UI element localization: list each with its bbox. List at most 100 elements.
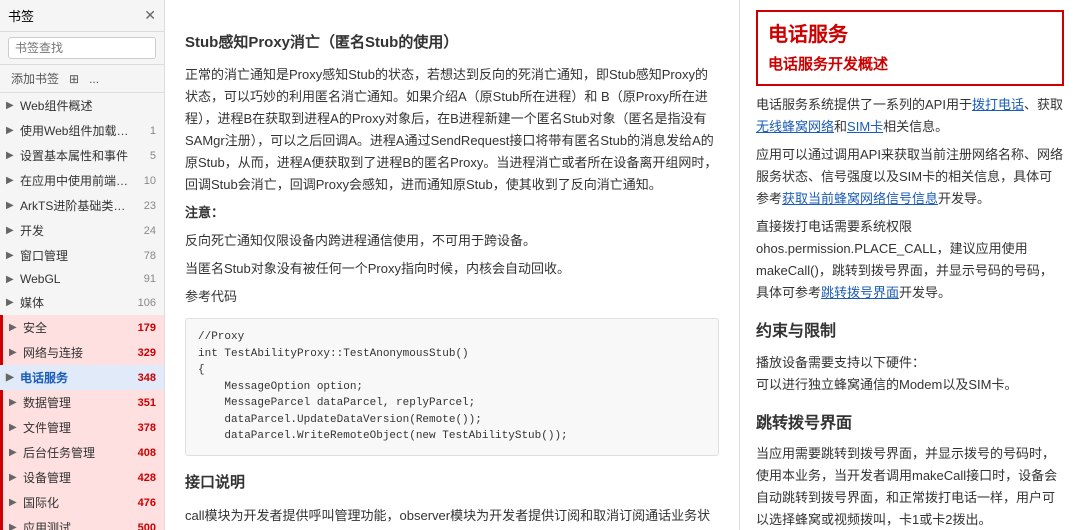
arrow-icon-3: ▶ <box>6 175 16 186</box>
sidebar-item-count-6: 78 <box>136 250 156 262</box>
sidebar-header: 书签 ✕ <box>0 0 164 32</box>
sidebar-item-label-1: 使用Web组件加载页面 <box>20 122 132 139</box>
sidebar-item-6[interactable]: ▶ 窗口管理 78 <box>0 243 164 268</box>
arrow-icon-0: ▶ <box>6 100 16 111</box>
sidebar-item-16[interactable]: ▶国际化476 <box>0 490 164 515</box>
main-content: Stub感知Proxy消亡（匿名Stub的使用） 正常的消亡通知是Proxy感知… <box>165 0 1080 530</box>
note-label: 注意： <box>185 202 719 224</box>
note2: 当匿名Stub对象没有被任何一个Proxy指向时候，内核会自动回收。 <box>185 258 719 280</box>
sidebar-search-input[interactable] <box>8 37 156 59</box>
right-panel: 电话服务 电话服务开发概述 电话服务系统提供了一系列的API用于拨打电话、获取无… <box>740 0 1080 530</box>
sidebar-item-17[interactable]: ▶ 应用测试 500 <box>0 515 164 530</box>
sidebar-item-label-6: 窗口管理 <box>20 247 132 264</box>
sidebar-item-count-15: 428 <box>136 472 156 484</box>
note1: 反向死亡通知仅限设备内跨进程通信使用，不可用于跨设备。 <box>185 230 719 252</box>
sidebar-item-label-12: 数据管理 <box>23 394 132 411</box>
stub-para1: 正常的消亡通知是Proxy感知Stub的状态，若想达到反向的死消亡通知，即Stu… <box>185 64 719 197</box>
sidebar-item-count-12: 351 <box>136 397 156 409</box>
constraint-heading: 约束与限制 <box>756 318 1064 345</box>
sidebar-item-label-2: 设置基本属性和事件 <box>20 147 132 164</box>
sidebar-item-4[interactable]: ▶ ArkTS进阶基础类概述 23 <box>0 193 164 218</box>
middle-panel: Stub感知Proxy消亡（匿名Stub的使用） 正常的消亡通知是Proxy感知… <box>165 0 740 530</box>
sidebar-item-9[interactable]: ▶安全179 <box>0 315 164 340</box>
sidebar-item-2[interactable]: ▶ 设置基本属性和事件 5 <box>0 143 164 168</box>
sidebar-item-count-17: 500 <box>136 522 156 530</box>
right-link2[interactable]: 无线蜂窝网络 <box>756 119 834 134</box>
sidebar-item-label-14: 后台任务管理 <box>23 444 132 461</box>
sidebar-item-count-3: 10 <box>136 175 156 187</box>
ref-label: 参考代码 <box>185 286 719 308</box>
sidebar-item-count-11: 348 <box>136 372 156 384</box>
sidebar-item-label-4: ArkTS进阶基础类概述 <box>20 197 132 214</box>
sidebar-item-8[interactable]: ▶媒体106 <box>0 290 164 315</box>
sidebar-item-label-17: 应用测试 <box>23 519 132 530</box>
sidebar-item-7[interactable]: ▶WebGL91 <box>0 268 164 290</box>
section2-para: 当应用需要跳转到拨号界面，并显示拨号的号码时，使用本业务，当开发者调用makeC… <box>756 443 1064 530</box>
expand-button[interactable]: ⊞ <box>66 71 82 87</box>
sidebar-item-count-13: 378 <box>136 422 156 434</box>
arrow-icon-2: ▶ <box>6 150 16 161</box>
arrow-icon-14: ▶ <box>9 447 19 458</box>
sidebar-item-11[interactable]: ▶ 电话服务 348 <box>0 365 164 390</box>
right-para2: 应用可以通过调用API来获取当前注册网络名称、网络服务状态、信号强度以及SIM卡… <box>756 144 1064 210</box>
sidebar-item-12[interactable]: ▶ 数据管理 351 <box>0 390 164 415</box>
sidebar-item-count-16: 476 <box>136 497 156 509</box>
arrow-icon-1: ▶ <box>6 125 16 136</box>
right-title-main: 电话服务 <box>768 18 1052 52</box>
arrow-icon-16: ▶ <box>9 497 19 508</box>
sidebar-item-0[interactable]: ▶ Web组件概述 <box>0 93 164 118</box>
right-para1-text3: 和 <box>834 119 847 134</box>
right-link3[interactable]: SIM卡 <box>847 119 883 134</box>
sidebar-item-count-10: 329 <box>136 347 156 359</box>
interface-desc: call模块为开发者提供呼叫管理功能，observer模块为开发者提供订阅和取消… <box>185 505 719 530</box>
right-para1: 电话服务系统提供了一系列的API用于拨打电话、获取无线蜂窝网络和SIM卡相关信息… <box>756 94 1064 138</box>
sidebar-item-count-2: 5 <box>136 150 156 162</box>
sidebar-item-label-13: 文件管理 <box>23 419 132 436</box>
sidebar-toolbar: 添加书签 ⊞ ... <box>0 65 164 93</box>
sidebar-item-count-9: 179 <box>136 322 156 334</box>
code-block-1: //Proxy int TestAbilityProxy::TestAnonym… <box>185 318 719 456</box>
sidebar-item-label-8: 媒体 <box>20 294 132 311</box>
sidebar-close-button[interactable]: ✕ <box>144 7 156 24</box>
sidebar-item-label-11: 电话服务 <box>20 369 132 386</box>
sidebar-item-label-9: 安全 <box>23 319 132 336</box>
sidebar-item-label-15: 设备管理 <box>23 469 132 486</box>
right-para1-text2: 、获取 <box>1024 97 1063 112</box>
sidebar-item-15[interactable]: ▶ 设备管理 428 <box>0 465 164 490</box>
sidebar-item-14[interactable]: ▶ 后台任务管理 408 <box>0 440 164 465</box>
arrow-icon-4: ▶ <box>6 200 16 211</box>
sidebar-item-10[interactable]: ▶ 网络与连接 329 <box>0 340 164 365</box>
sidebar-item-count-4: 23 <box>136 200 156 212</box>
sidebar-item-label-0: Web组件概述 <box>20 97 132 114</box>
right-link1[interactable]: 拨打电话 <box>972 97 1024 112</box>
arrow-icon-10: ▶ <box>9 347 19 358</box>
sidebar-item-1[interactable]: ▶ 使用Web组件加载页面 1 <box>0 118 164 143</box>
sidebar-item-label-7: WebGL <box>20 272 132 286</box>
more-options-button[interactable]: ... <box>86 71 102 87</box>
arrow-icon-11: ▶ <box>6 372 16 383</box>
right-title-sub: 电话服务开发概述 <box>768 52 1052 78</box>
sidebar-item-label-10: 网络与连接 <box>23 344 132 361</box>
constraint-detail: 可以进行独立蜂窝通信的Modem以及SIM卡。 <box>756 374 1064 396</box>
add-bookmark-button[interactable]: 添加书签 <box>8 69 62 88</box>
sidebar-item-count-1: 1 <box>136 125 156 137</box>
arrow-icon-17: ▶ <box>9 522 19 530</box>
constraint-text: 播放设备需要支持以下硬件： <box>756 352 1064 374</box>
sidebar-item-label-3: 在应用中使用前端页面JavaSc ript <box>20 172 132 189</box>
right-para1-text4: 相关信息。 <box>883 119 948 134</box>
arrow-icon-6: ▶ <box>6 250 16 261</box>
arrow-icon-8: ▶ <box>6 297 16 308</box>
stub-heading: Stub感知Proxy消亡（匿名Stub的使用） <box>185 30 719 56</box>
sidebar-item-13[interactable]: ▶ 文件管理 378 <box>0 415 164 440</box>
interface-heading: 接口说明 <box>185 470 719 496</box>
right-link5[interactable]: 跳转拨号界面 <box>821 285 899 300</box>
arrow-icon-13: ▶ <box>9 422 19 433</box>
sidebar-item-5[interactable]: ▶开发24 <box>0 218 164 243</box>
sidebar-item-count-5: 24 <box>136 225 156 237</box>
arrow-icon-15: ▶ <box>9 472 19 483</box>
sidebar-item-3[interactable]: ▶ 在应用中使用前端页面JavaSc ript 10 <box>0 168 164 193</box>
right-para3: 直接拨打电话需要系统权限ohos.permission.PLACE_CALL，建… <box>756 216 1064 304</box>
arrow-icon-12: ▶ <box>9 397 19 408</box>
right-link4[interactable]: 获取当前蜂窝网络信号信息 <box>782 191 938 206</box>
sidebar-item-count-14: 408 <box>136 447 156 459</box>
